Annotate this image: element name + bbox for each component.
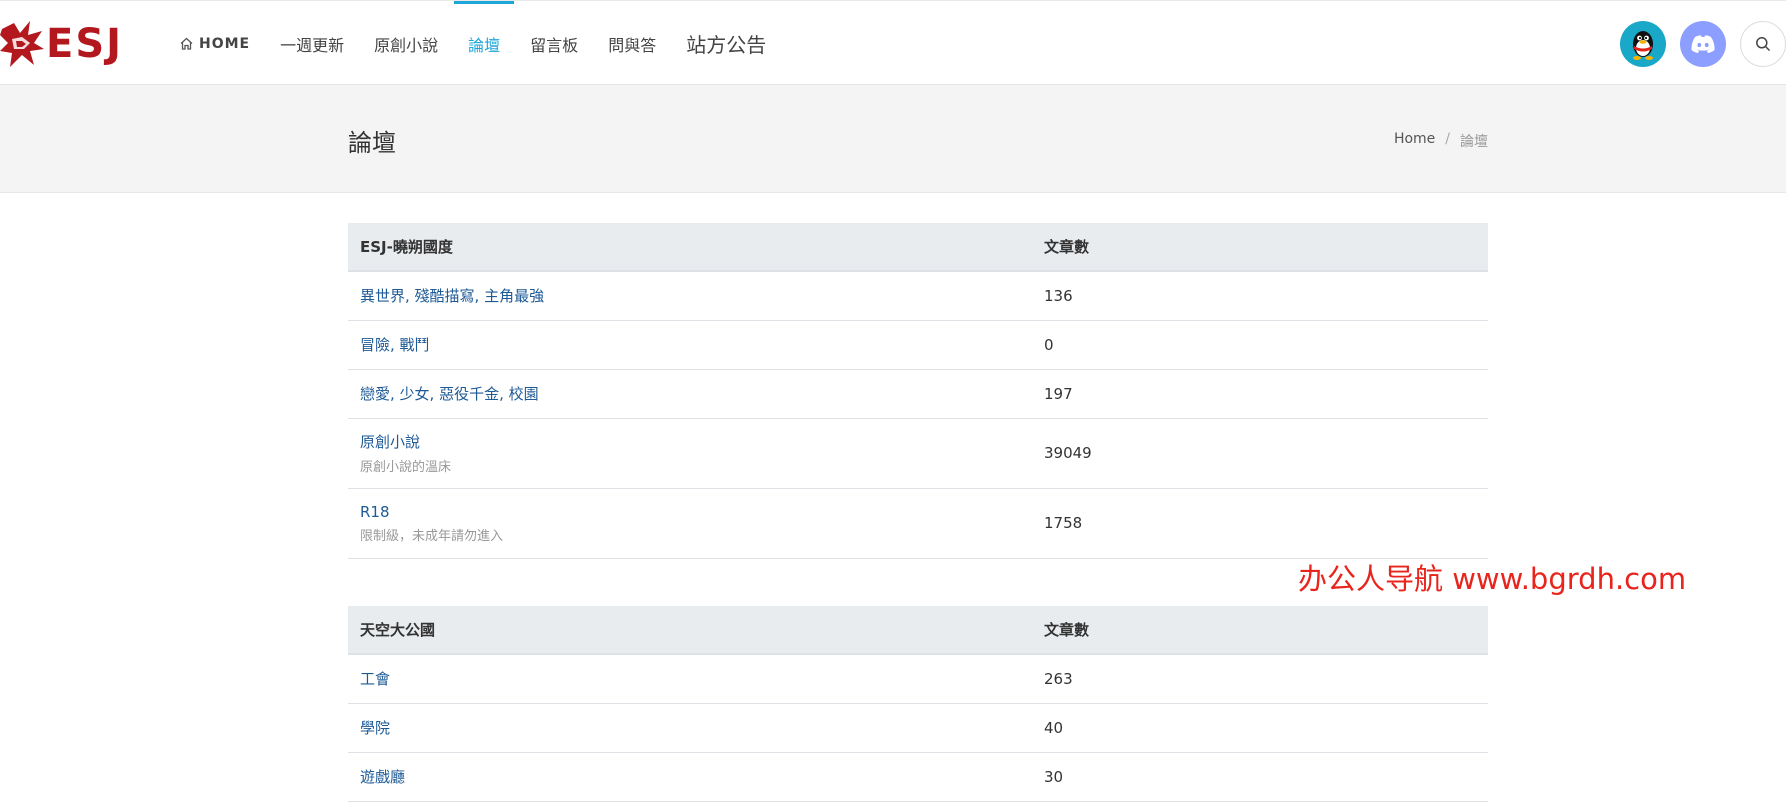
forum-name-cell: 戀愛, 少女, 惡役千金, 校園 xyxy=(348,369,1032,419)
forum-name-cell: 學院 xyxy=(348,703,1032,753)
watermark-text: 办公人导航 www.bgrdh.com xyxy=(1298,562,1687,596)
post-count-cell: 1758 xyxy=(1032,488,1488,559)
nav-item-forum[interactable]: 論壇 xyxy=(454,1,515,86)
main-nav: HOME 一週更新 原創小說 論壇 留言板 問與答 站方公告 xyxy=(180,1,796,86)
table-header-row: ESJ-曉朔國度 文章數 xyxy=(348,223,1488,272)
table-row: 原創小說 原創小說的溫床 39049 xyxy=(348,418,1488,489)
forum-link[interactable]: 學院 xyxy=(360,719,390,737)
nav-item-weekly-updates[interactable]: 一週更新 xyxy=(280,1,344,86)
nav-item-original-novels[interactable]: 原創小說 xyxy=(374,1,438,86)
post-count-cell: 39049 xyxy=(1032,418,1488,489)
table-row: 冒險, 戰鬥 0 xyxy=(348,320,1488,370)
post-count-cell: 136 xyxy=(1032,271,1488,321)
table-row: 遊戲廳 30 xyxy=(348,752,1488,802)
search-icon xyxy=(1756,37,1771,52)
qq-button[interactable] xyxy=(1620,21,1666,67)
nav-item-label: HOME xyxy=(199,35,251,52)
forum-name-cell: R18 限制級，未成年請勿進入 xyxy=(348,488,1032,559)
forum-description: 原創小說的溫床 xyxy=(360,460,452,475)
forum-description: 限制級，未成年請勿進入 xyxy=(360,528,504,544)
logo-text: ESJ xyxy=(46,21,124,67)
nav-item-label: 一週更新 xyxy=(280,35,345,55)
table-row: 異世界, 殘酷描寫, 主角最強 136 xyxy=(348,271,1488,321)
column-header-forum-name: 天空大公國 xyxy=(348,606,1032,655)
site-logo[interactable]: ESJ xyxy=(0,19,123,69)
forum-name-cell: 原創小說 原創小說的溫床 xyxy=(348,418,1032,489)
table-header-row: 天空大公國 文章數 xyxy=(348,606,1488,655)
nav-item-label: 原創小說 xyxy=(374,35,439,55)
nav-item-home[interactable]: HOME xyxy=(180,1,250,86)
home-icon xyxy=(180,37,193,50)
column-header-post-count: 文章數 xyxy=(1032,223,1488,272)
forum-link[interactable]: R18 xyxy=(360,503,390,521)
forum-link[interactable]: 異世界, 殘酷描寫, 主角最強 xyxy=(360,287,544,305)
forum-link[interactable]: 戀愛, 少女, 惡役千金, 校園 xyxy=(360,385,539,403)
page-title-bar: 論壇 Home / 論壇 xyxy=(0,85,1786,193)
forum-name-cell: 冒險, 戰鬥 xyxy=(348,320,1032,370)
nav-item-qa[interactable]: 問與答 xyxy=(608,1,656,86)
post-count-cell: 40 xyxy=(1032,703,1488,753)
forum-link[interactable]: 遊戲廳 xyxy=(360,768,405,786)
site-header: ESJ HOME 一週更新 原創小說 論壇 留言板 問與答 站方公告 xyxy=(0,0,1786,85)
nav-item-label: 站方公告 xyxy=(686,33,767,57)
forum-table-esj-kingdom: ESJ-曉朔國度 文章數 異世界, 殘酷描寫, 主角最強 136 冒險, 戰鬥 … xyxy=(348,223,1488,559)
header-actions xyxy=(1606,21,1786,67)
discord-button[interactable] xyxy=(1680,21,1726,67)
table-row: 學院 40 xyxy=(348,703,1488,753)
nav-item-message-board[interactable]: 留言板 xyxy=(530,1,578,86)
post-count-cell: 263 xyxy=(1032,654,1488,704)
nav-item-label: 留言板 xyxy=(530,35,579,55)
forum-name-cell: 工會 xyxy=(348,654,1032,704)
table-row: 工會 263 xyxy=(348,654,1488,704)
post-count-cell: 30 xyxy=(1032,752,1488,802)
forum-name-cell: 異世界, 殘酷描寫, 主角最強 xyxy=(348,271,1032,321)
search-button[interactable] xyxy=(1740,21,1786,67)
nav-item-announcements[interactable]: 站方公告 xyxy=(686,1,766,86)
forum-link[interactable]: 原創小說 xyxy=(360,433,420,451)
nav-item-label: 問與答 xyxy=(608,35,657,55)
table-row: 戀愛, 少女, 惡役千金, 校園 197 xyxy=(348,369,1488,419)
table-row: R18 限制級，未成年請勿進入 1758 xyxy=(348,488,1488,559)
breadcrumb-current: 論壇 xyxy=(1460,134,1488,150)
column-header-forum-name: ESJ-曉朔國度 xyxy=(348,223,1032,272)
forum-link[interactable]: 工會 xyxy=(360,670,390,688)
discord-icon xyxy=(1691,35,1715,53)
column-header-post-count: 文章數 xyxy=(1032,606,1488,655)
forum-link[interactable]: 冒險, 戰鬥 xyxy=(360,336,430,354)
forum-table-sky-duchy: 天空大公國 文章數 工會 263 學院 40 遊戲廳 30 xyxy=(348,606,1488,802)
breadcrumb-separator: / xyxy=(1445,131,1450,147)
forum-name-cell: 遊戲廳 xyxy=(348,752,1032,802)
post-count-cell: 197 xyxy=(1032,369,1488,419)
qq-penguin-icon xyxy=(1633,31,1653,60)
breadcrumb-home-link[interactable]: Home xyxy=(1394,131,1435,151)
page-title: 論壇 xyxy=(348,129,396,157)
dragon-logo-icon xyxy=(0,19,44,69)
post-count-cell: 0 xyxy=(1032,320,1488,370)
breadcrumb: Home / 論壇 xyxy=(1394,131,1488,151)
nav-item-label: 論壇 xyxy=(468,35,501,55)
